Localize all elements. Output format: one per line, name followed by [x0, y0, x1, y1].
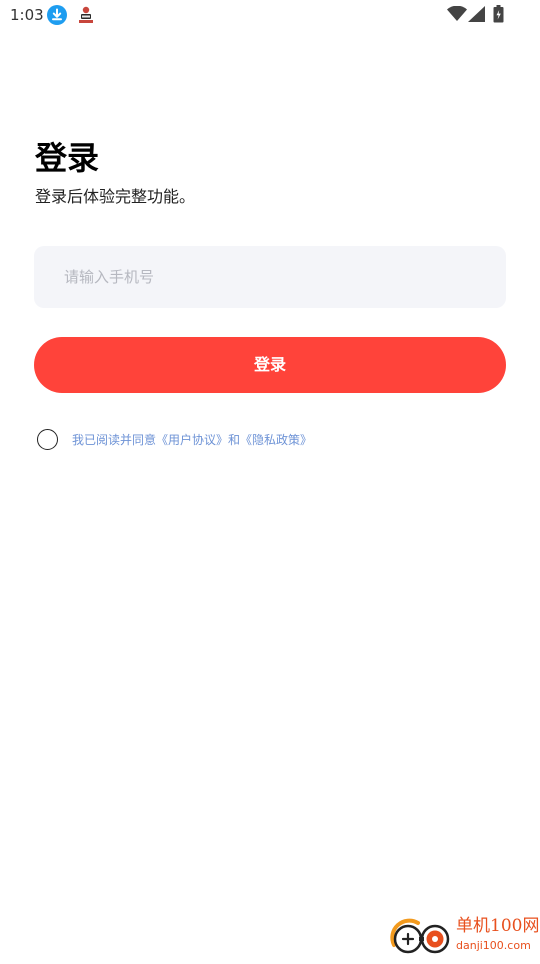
page-subtitle: 登录后体验完整功能。	[35, 187, 196, 206]
user-agreement-link[interactable]: 《用户协议》	[156, 433, 228, 447]
status-bar: 1:03	[0, 0, 540, 30]
agreement-row: 我已阅读并同意《用户协议》和《隐私政策》	[37, 429, 497, 453]
phone-input[interactable]	[64, 246, 484, 308]
watermark-title: 单机100网	[456, 916, 540, 936]
login-button[interactable]: 登录	[34, 337, 506, 393]
download-icon	[47, 5, 67, 29]
battery-icon	[493, 5, 504, 27]
agreement-checkbox[interactable]	[37, 429, 58, 450]
agreement-conjunction: 和	[228, 433, 241, 447]
agreement-prefix: 我已阅读并同意	[72, 433, 157, 447]
watermark-logo-icon	[388, 915, 454, 964]
agreement-text: 我已阅读并同意《用户协议》和《隐私政策》	[72, 432, 312, 448]
status-time: 1:03	[10, 6, 44, 24]
app-notification-icon	[77, 5, 95, 29]
watermark-url: danji100.com	[456, 939, 531, 952]
watermark: 单机100网 danji100.com	[388, 915, 540, 960]
signal-icon	[468, 6, 486, 26]
phone-input-container[interactable]	[34, 246, 506, 308]
page-title: 登录	[35, 139, 100, 177]
wifi-icon	[447, 5, 467, 26]
privacy-policy-link[interactable]: 《隐私政策》	[240, 433, 312, 447]
